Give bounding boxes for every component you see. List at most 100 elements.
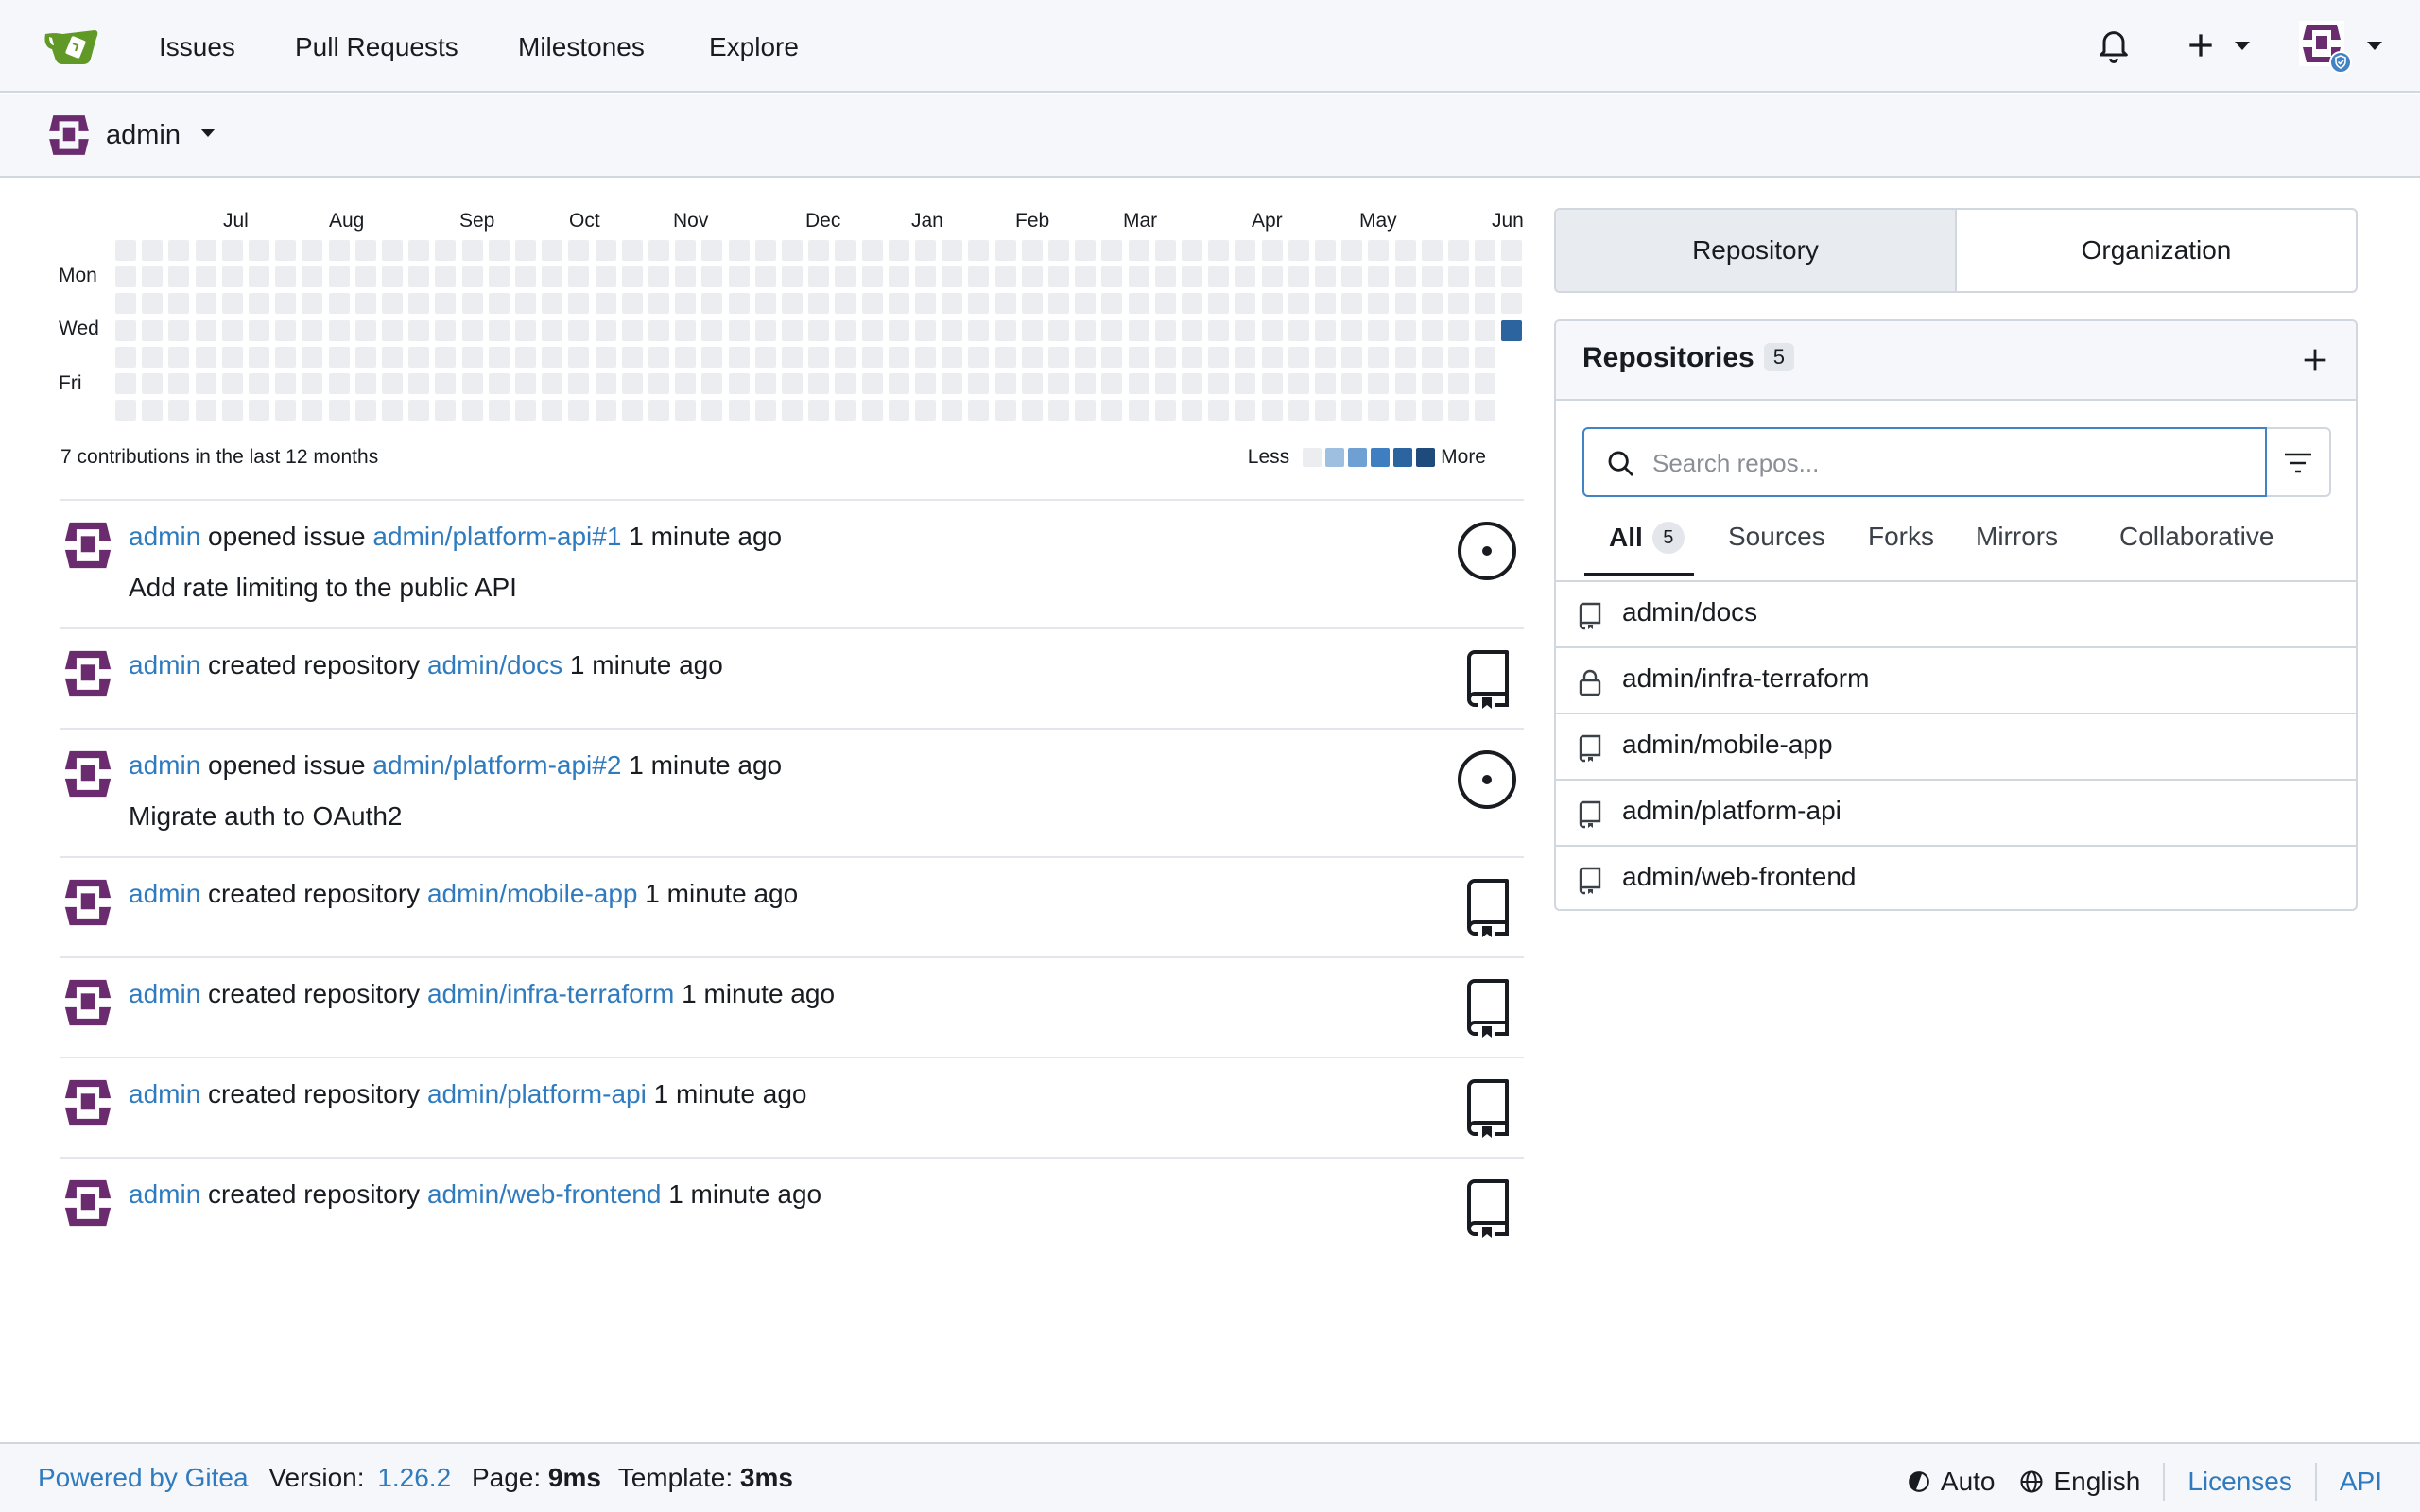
- heatmap-cell: [915, 240, 936, 261]
- switcher-repository-tab[interactable]: Repository: [1556, 210, 1957, 291]
- feed-target-link[interactable]: admin/infra-terraform: [427, 979, 674, 1008]
- new-repository-plus-icon[interactable]: [2299, 344, 2331, 376]
- powered-by-link[interactable]: Powered by Gitea: [38, 1463, 249, 1492]
- heatmap-cell: [675, 293, 696, 314]
- repo-filter-button[interactable]: [2267, 427, 2331, 497]
- feed-user-link[interactable]: admin: [129, 979, 200, 1008]
- heatmap-cell: [675, 266, 696, 287]
- bell-icon[interactable]: [2095, 26, 2133, 64]
- feed-target-link[interactable]: admin/platform-api#2: [372, 750, 621, 780]
- repository-link[interactable]: admin/mobile-app: [1622, 730, 1833, 760]
- plus-icon[interactable]: [2182, 26, 2220, 64]
- create-menu-caret-icon[interactable]: [2235, 42, 2250, 50]
- repository-row[interactable]: admin/infra-terraform: [1556, 648, 2356, 714]
- heatmap-cell: [1395, 347, 1416, 368]
- nav-milestones[interactable]: Milestones: [518, 28, 645, 66]
- repository-link[interactable]: admin/docs: [1622, 597, 1757, 627]
- user-menu-caret-icon[interactable]: [2367, 42, 2382, 50]
- repo-tab-forks[interactable]: Forks: [1868, 522, 1934, 552]
- nav-issues[interactable]: Issues: [159, 28, 235, 66]
- feed-avatar[interactable]: [60, 875, 115, 930]
- top-navbar: Issues Pull Requests Milestones Explore: [0, 0, 2420, 93]
- context-caret-icon[interactable]: [200, 129, 216, 137]
- context-user-avatar[interactable]: [45, 112, 93, 159]
- legend-less: Less: [1247, 446, 1290, 468]
- repository-link[interactable]: admin/platform-api: [1622, 796, 1841, 826]
- gitea-logo-icon[interactable]: [42, 25, 102, 66]
- feed-avatar[interactable]: [60, 747, 115, 801]
- heatmap-cell: [1315, 266, 1336, 287]
- legend-swatch: [1325, 448, 1345, 467]
- repository-row[interactable]: admin/docs: [1556, 582, 2356, 648]
- context-user-switcher[interactable]: admin: [106, 117, 181, 153]
- feed-avatar[interactable]: [60, 646, 115, 701]
- feed-avatar[interactable]: [60, 1176, 115, 1230]
- month-label: Oct: [569, 210, 600, 232]
- repository-row[interactable]: admin/mobile-app: [1556, 714, 2356, 781]
- repository-row[interactable]: admin/web-frontend: [1556, 847, 2356, 909]
- heatmap-cell: [115, 240, 136, 261]
- heatmap-cell: [515, 400, 536, 421]
- heatmap-cell: [1448, 266, 1469, 287]
- user-avatar[interactable]: [2299, 21, 2352, 74]
- heatmap-cell: [1022, 320, 1043, 341]
- heatmap-cell: [1075, 293, 1096, 314]
- heatmap-cell: [1315, 400, 1336, 421]
- legend-swatch: [1348, 448, 1368, 467]
- repositories-count-badge: 5: [1763, 343, 1794, 371]
- nav-explore[interactable]: Explore: [709, 28, 799, 66]
- heatmap-cell: [408, 320, 429, 341]
- heatmap-cell: [196, 373, 216, 394]
- feed-target-link[interactable]: admin/web-frontend: [427, 1179, 661, 1209]
- heatmap-cell: [648, 320, 669, 341]
- repository-link[interactable]: admin/web-frontend: [1622, 862, 1856, 892]
- version-link[interactable]: 1.26.2: [377, 1463, 451, 1492]
- heatmap-cell: [968, 293, 989, 314]
- repo-tab-all[interactable]: All 5: [1609, 522, 1685, 554]
- dashboard-switcher: Repository Organization: [1554, 208, 2358, 293]
- heatmap-cell: [782, 240, 803, 261]
- feed-time: 1 minute ago: [645, 879, 799, 908]
- heatmap-cell: [142, 347, 163, 368]
- heatmap-cell: [622, 240, 643, 261]
- licenses-link[interactable]: Licenses: [2187, 1467, 2292, 1497]
- feed-user-link[interactable]: admin: [129, 879, 200, 908]
- language-selector[interactable]: English: [2018, 1467, 2140, 1497]
- heatmap-cell: [1262, 347, 1283, 368]
- heatmap-cell: [596, 347, 616, 368]
- footer-divider: [2314, 1463, 2317, 1501]
- month-label: Jul: [223, 210, 249, 232]
- feed-avatar[interactable]: [60, 518, 115, 573]
- repositories-title: Repositories 5: [1582, 342, 1794, 374]
- heatmap-cell: [1395, 240, 1416, 261]
- feed-target-link[interactable]: admin/docs: [427, 650, 562, 679]
- feed-target-link[interactable]: admin/platform-api: [427, 1079, 647, 1108]
- theme-selector[interactable]: Auto: [1907, 1467, 1996, 1497]
- feed-user-link[interactable]: admin: [129, 750, 200, 780]
- switcher-organization-tab[interactable]: Organization: [1957, 210, 2356, 291]
- repo-tab-sources[interactable]: Sources: [1728, 522, 1825, 552]
- nav-pull-requests[interactable]: Pull Requests: [295, 28, 458, 66]
- feed-target-link[interactable]: admin/mobile-app: [427, 879, 638, 908]
- heatmap-cell: [1288, 320, 1309, 341]
- heatmap-cell: [596, 293, 616, 314]
- feed-user-link[interactable]: admin: [129, 650, 200, 679]
- filter-icon: [2285, 453, 2311, 473]
- feed-user-link[interactable]: admin: [129, 1079, 200, 1108]
- feed-user-link[interactable]: admin: [129, 522, 200, 551]
- heatmap-cell: [1475, 240, 1495, 261]
- repository-link[interactable]: admin/infra-terraform: [1622, 663, 1869, 694]
- api-link[interactable]: API: [2340, 1467, 2382, 1497]
- repo-search-input[interactable]: [1652, 442, 2238, 484]
- repository-row[interactable]: admin/platform-api: [1556, 781, 2356, 847]
- heatmap-cell: [835, 347, 856, 368]
- feed-user-link[interactable]: admin: [129, 1179, 200, 1209]
- repo-tab-collaborative[interactable]: Collaborative: [2119, 522, 2273, 552]
- feed-avatar[interactable]: [60, 1075, 115, 1130]
- heatmap-cell: [1475, 266, 1495, 287]
- feed-target-link[interactable]: admin/platform-api#1: [372, 522, 621, 551]
- repo-tab-mirrors[interactable]: Mirrors: [1976, 522, 2058, 552]
- feed-avatar[interactable]: [60, 975, 115, 1030]
- template-label: Template:: [617, 1463, 734, 1492]
- heatmap-cell: [1262, 266, 1283, 287]
